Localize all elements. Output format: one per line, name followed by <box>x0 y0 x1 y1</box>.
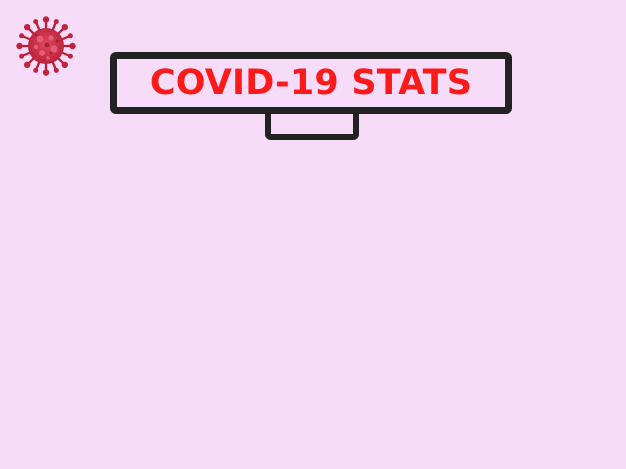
title-bar-tab <box>265 110 359 140</box>
page: COVID-19 STATS <box>0 0 626 469</box>
virus-icon <box>14 14 78 78</box>
title-bar: COVID-19 STATS <box>110 52 512 114</box>
page-title: COVID-19 STATS <box>149 62 473 103</box>
